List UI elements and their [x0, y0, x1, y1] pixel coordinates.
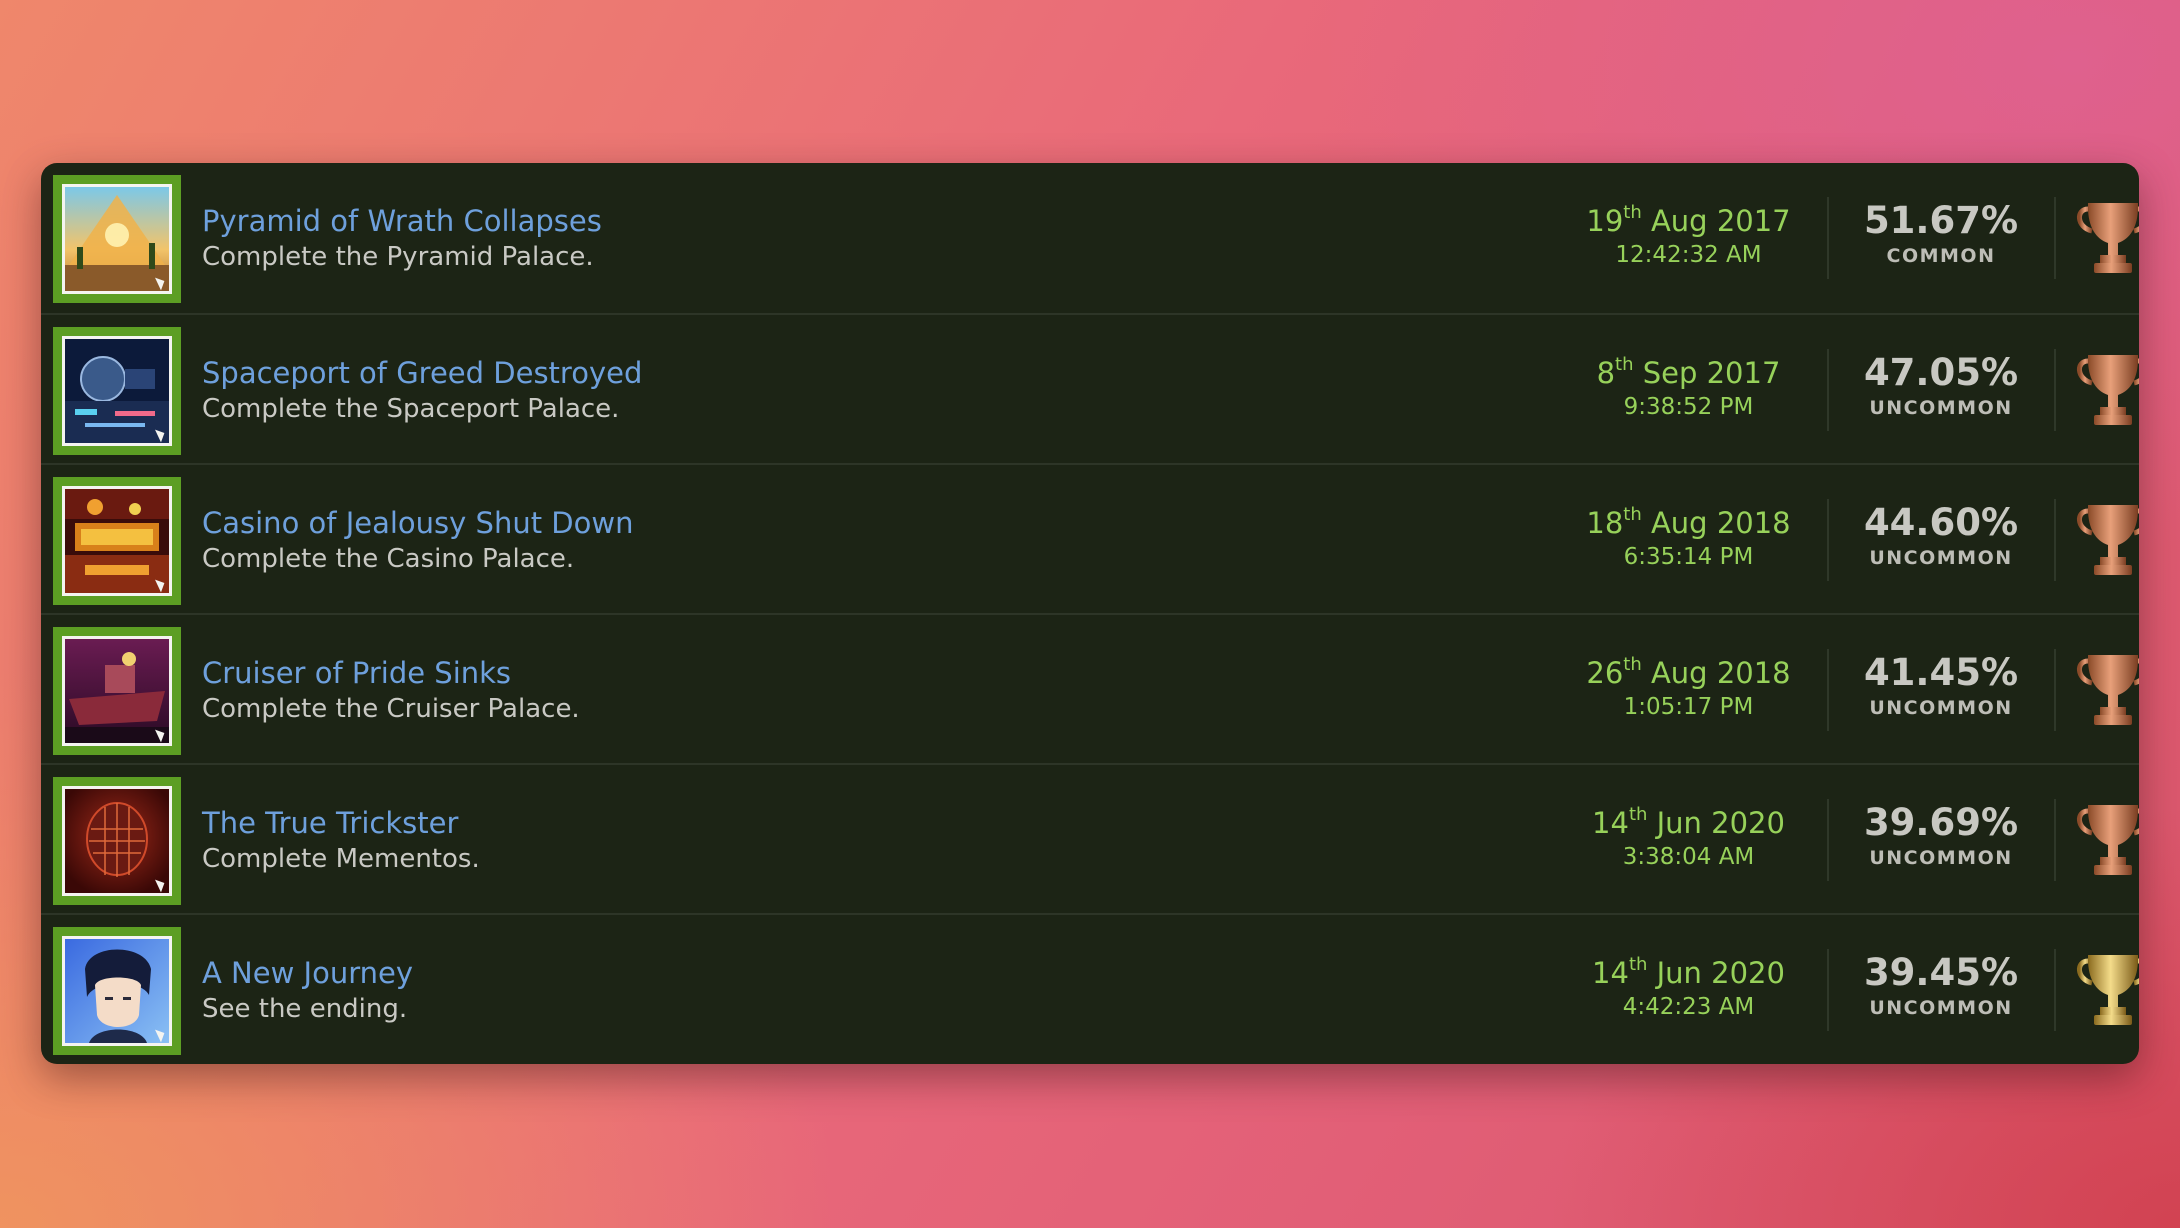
trophy-title[interactable]: Pyramid of Wrath Collapses: [202, 203, 602, 239]
date-suffix: th: [1623, 202, 1642, 223]
earned-time: 4:42:23 AM: [1622, 994, 1755, 1020]
rarity-block: 39.69% UNCOMMON: [1836, 801, 2046, 871]
cruiser-palace-icon: [62, 636, 172, 746]
rarity-percent: 41.45%: [1863, 651, 2019, 694]
rarity-percent: 39.45%: [1863, 951, 2019, 994]
column-divider: [1827, 499, 1829, 581]
earned-time: 12:42:32 AM: [1615, 242, 1762, 268]
bronze-trophy-icon: [2074, 799, 2139, 881]
rarity-block: 51.67% COMMON: [1836, 199, 2046, 269]
trophy-thumbnail[interactable]: [53, 477, 181, 605]
earned-date: 14th Jun 2020 3:38:04 AM: [1546, 805, 1831, 873]
column-divider: [2054, 799, 2056, 881]
spaceport-palace-icon: [62, 336, 172, 446]
column-divider: [1827, 197, 1829, 279]
earned-date: 19th Aug 2017 12:42:32 AM: [1546, 203, 1831, 271]
column-divider: [2054, 197, 2056, 279]
trophy-title[interactable]: A New Journey: [202, 955, 413, 991]
column-divider: [2054, 949, 2056, 1031]
earned-time: 6:35:14 PM: [1623, 544, 1754, 570]
trophy-thumbnail[interactable]: [53, 175, 181, 303]
rarity-label: UNCOMMON: [1869, 997, 2013, 1019]
trophy-thumbnail[interactable]: [53, 627, 181, 755]
column-divider: [1827, 349, 1829, 431]
column-divider: [2054, 649, 2056, 731]
gold-trophy-icon: [2074, 949, 2139, 1031]
rarity-percent: 44.60%: [1863, 501, 2019, 544]
trophy-row: A New Journey See the ending. 14th Jun 2…: [41, 913, 2139, 1063]
trophy-row: The True Trickster Complete Mementos. 14…: [41, 763, 2139, 913]
rarity-percent: 39.69%: [1863, 801, 2019, 844]
earned-date: 8th Sep 2017 9:38:52 PM: [1546, 355, 1831, 423]
trophy-list-panel: Pyramid of Wrath Collapses Complete the …: [41, 163, 2139, 1064]
rarity-block: 44.60% UNCOMMON: [1836, 501, 2046, 571]
casino-palace-icon: [62, 486, 172, 596]
pyramid-palace-icon: [62, 184, 172, 294]
earned-date: 26th Aug 2018 1:05:17 PM: [1546, 655, 1831, 723]
trophy-thumbnail[interactable]: [53, 777, 181, 905]
trophy-description: Complete the Pyramid Palace.: [202, 242, 594, 272]
trophy-title[interactable]: Spaceport of Greed Destroyed: [202, 355, 642, 391]
trophy-thumbnail[interactable]: [53, 927, 181, 1055]
date-month-year: Sep 2017: [1642, 356, 1781, 390]
bronze-trophy-icon: [2074, 649, 2139, 731]
date-suffix: th: [1628, 954, 1648, 975]
rarity-label: UNCOMMON: [1869, 697, 2013, 719]
date-month-year: Aug 2018: [1650, 656, 1791, 690]
bronze-trophy-icon: [2074, 499, 2139, 581]
column-divider: [1827, 949, 1829, 1031]
earned-date: 14th Jun 2020 4:42:23 AM: [1546, 955, 1831, 1023]
column-divider: [1827, 649, 1829, 731]
trophy-row: Spaceport of Greed Destroyed Complete th…: [41, 313, 2139, 463]
trophy-row: Cruiser of Pride Sinks Complete the Crui…: [41, 613, 2139, 763]
date-suffix: th: [1628, 804, 1648, 825]
earned-time: 3:38:04 AM: [1622, 844, 1755, 870]
column-divider: [2054, 349, 2056, 431]
earned-date: 18th Aug 2018 6:35:14 PM: [1546, 505, 1831, 573]
date-day: 18: [1586, 506, 1624, 540]
mementos-icon: [62, 786, 172, 896]
earned-time: 1:05:17 PM: [1623, 694, 1754, 720]
trophy-title[interactable]: Cruiser of Pride Sinks: [202, 655, 580, 691]
trophy-description: Complete the Spaceport Palace.: [202, 394, 620, 424]
rarity-percent: 51.67%: [1863, 199, 2019, 242]
trophy-description: Complete the Casino Palace.: [202, 544, 575, 574]
trophy-description: Complete Mementos.: [202, 844, 480, 874]
column-divider: [1827, 799, 1829, 881]
trophy-title[interactable]: The True Trickster: [202, 805, 480, 841]
column-divider: [2054, 499, 2056, 581]
date-day: 26: [1586, 656, 1624, 690]
rarity-label: COMMON: [1886, 245, 1996, 267]
trophy-thumbnail[interactable]: [53, 327, 181, 455]
trophy-description: Complete the Cruiser Palace.: [202, 694, 580, 724]
date-month-year: Jun 2020: [1656, 956, 1785, 990]
trophy-description: See the ending.: [202, 994, 408, 1024]
bronze-trophy-icon: [2074, 349, 2139, 431]
bronze-trophy-icon: [2074, 197, 2139, 279]
rarity-percent: 47.05%: [1863, 351, 2019, 394]
trophy-row: Pyramid of Wrath Collapses Complete the …: [41, 163, 2139, 313]
earned-time: 9:38:52 PM: [1623, 394, 1754, 420]
rarity-block: 41.45% UNCOMMON: [1836, 651, 2046, 721]
rarity-block: 39.45% UNCOMMON: [1836, 951, 2046, 1021]
trophy-title[interactable]: Casino of Jealousy Shut Down: [202, 505, 633, 541]
rarity-label: UNCOMMON: [1869, 847, 2013, 869]
date-month-year: Aug 2017: [1650, 204, 1791, 238]
date-day: 8: [1596, 356, 1616, 390]
date-day: 14: [1592, 806, 1629, 840]
date-day: 19: [1586, 204, 1624, 238]
rarity-label: UNCOMMON: [1869, 547, 2013, 569]
rarity-label: UNCOMMON: [1869, 397, 2013, 419]
date-suffix: th: [1615, 354, 1634, 375]
trophy-row: Casino of Jealousy Shut Down Complete th…: [41, 463, 2139, 613]
date-month-year: Aug 2018: [1650, 506, 1791, 540]
rarity-block: 47.05% UNCOMMON: [1836, 351, 2046, 421]
date-suffix: th: [1623, 504, 1642, 525]
date-month-year: Jun 2020: [1656, 806, 1785, 840]
protagonist-portrait-icon: [62, 936, 172, 1046]
date-suffix: th: [1623, 654, 1642, 675]
date-day: 14: [1592, 956, 1629, 990]
